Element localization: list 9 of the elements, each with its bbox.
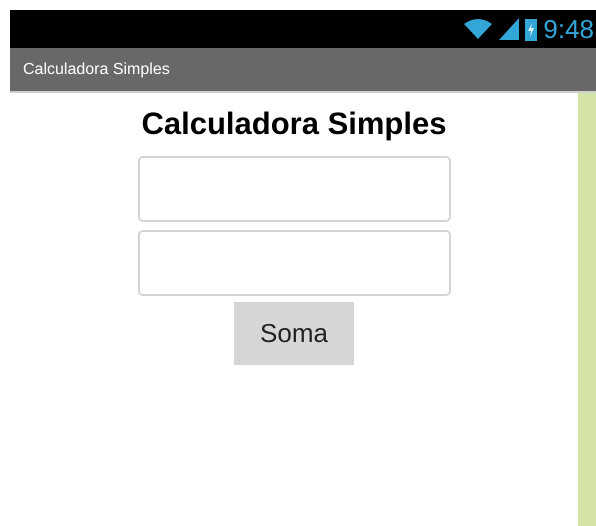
signal-icon (499, 18, 520, 40)
number-input-field[interactable] (138, 156, 450, 222)
wifi-icon (463, 18, 494, 40)
sum-button[interactable]: Soma (234, 302, 354, 365)
number-input-field[interactable] (138, 230, 450, 296)
clock-time: 9:48 (543, 16, 594, 42)
battery-icon (525, 17, 538, 41)
app-title: Calculadora Simples (23, 60, 170, 80)
page-heading: Calculadora Simples (142, 105, 446, 143)
